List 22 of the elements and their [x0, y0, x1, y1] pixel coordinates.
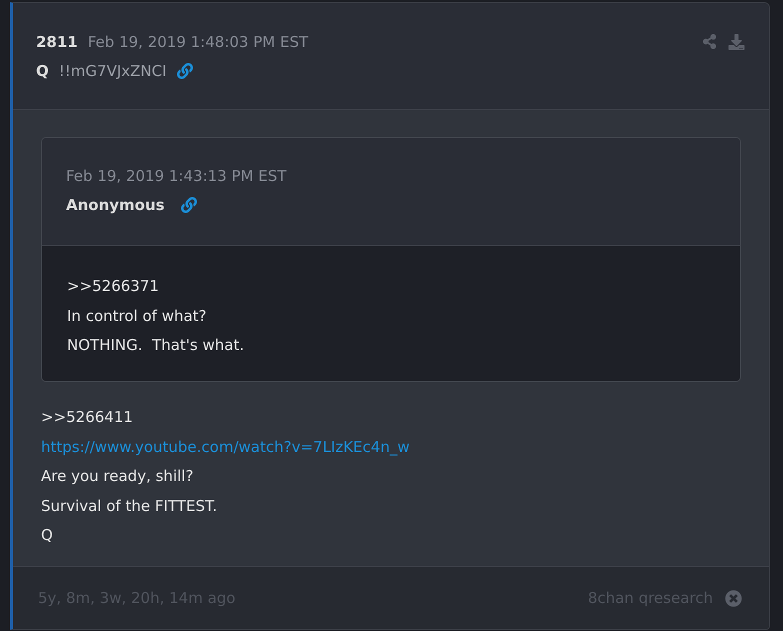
close-icon	[725, 590, 742, 606]
link-icon[interactable]	[176, 63, 193, 79]
author-name: Q	[36, 60, 49, 82]
link-icon[interactable]	[180, 197, 197, 213]
tripcode: !!mG7VJxZNCI	[58, 60, 167, 82]
post-text: In control of what?	[67, 306, 206, 326]
share-button[interactable]	[702, 34, 717, 49]
post-timestamp: Feb 19, 2019 1:48:03 PM EST	[88, 32, 308, 53]
post-text: >>5266411	[41, 407, 133, 428]
share-icon	[702, 34, 717, 49]
download-icon	[728, 34, 745, 50]
quoted-post-timestamp: Feb 19, 2019 1:43:13 PM EST	[66, 166, 286, 187]
post-text: Q	[41, 525, 53, 546]
quoted-author-name: Anonymous	[66, 194, 165, 216]
post-text: NOTHING. That's what.	[67, 335, 244, 356]
url-link[interactable]: https://www.youtube.com/watch?v=7LIzKEc4n_w	[41, 432, 410, 462]
post-text: Are you ready, shill?	[41, 466, 194, 487]
download-button[interactable]	[728, 34, 745, 50]
post-number: 2811	[36, 32, 78, 53]
post-text: Survival of the FITTEST.	[41, 496, 218, 516]
close-button[interactable]	[725, 590, 742, 606]
post-text: >>5266371	[67, 276, 159, 297]
